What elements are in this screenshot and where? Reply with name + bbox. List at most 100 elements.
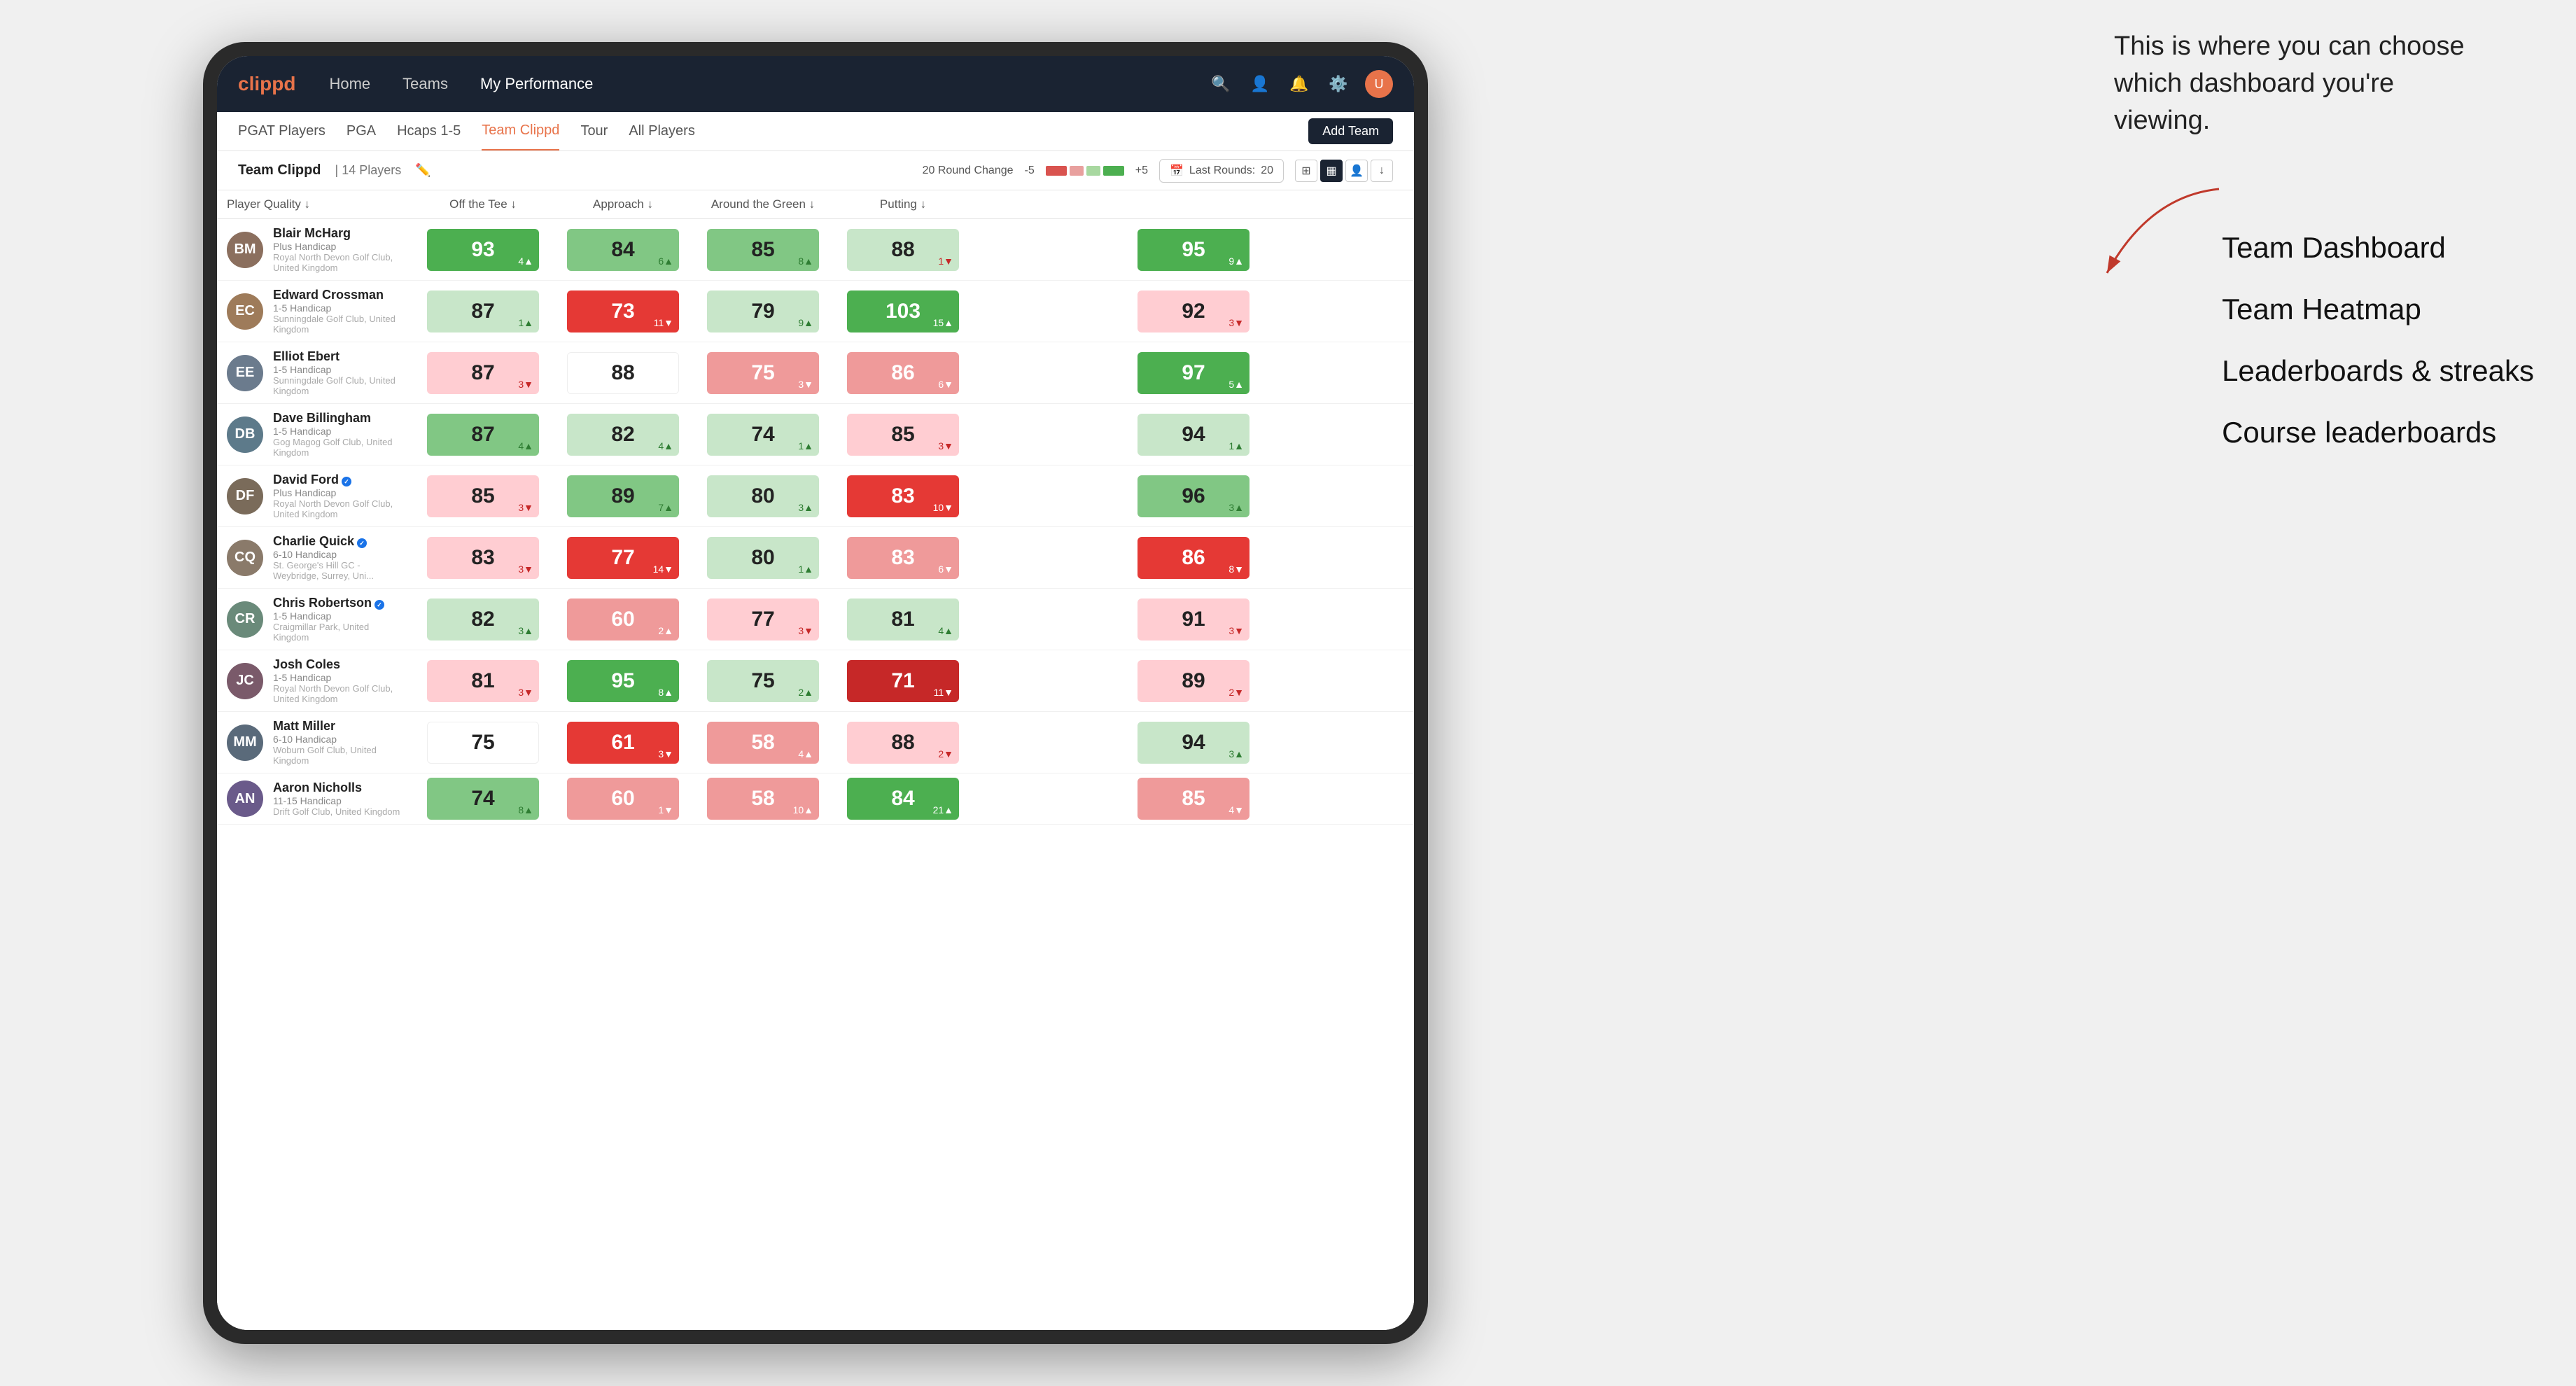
dashboard-label-1[interactable]: Team Dashboard: [2222, 231, 2534, 265]
player-name: David Ford✓: [273, 472, 403, 487]
view-table-icon[interactable]: ▦: [1320, 160, 1343, 182]
metric-cell-player-quality: 87 1▲: [413, 281, 553, 342]
metric-change: 2▼: [1228, 687, 1244, 698]
player-avatar: EC: [227, 293, 263, 330]
col-header-approach[interactable]: Approach ↓: [553, 190, 693, 219]
view-icons: ⊞ ▦ 👤 ↓: [1295, 160, 1393, 182]
player-cell[interactable]: AN Aaron Nicholls 11-15 Handicap Drift G…: [217, 774, 413, 825]
metric-value: 79: [751, 300, 774, 323]
player-cell[interactable]: BM Blair McHarg Plus Handicap Royal Nort…: [217, 219, 413, 281]
player-cell[interactable]: JC Josh Coles 1-5 Handicap Royal North D…: [217, 650, 413, 712]
metric-box: 96 3▲: [1138, 475, 1250, 517]
player-cell[interactable]: EC Edward Crossman 1-5 Handicap Sunningd…: [217, 281, 413, 342]
metric-change: 8▲: [798, 255, 813, 267]
player-cell[interactable]: CR Chris Robertson✓ 1-5 Handicap Craigmi…: [217, 589, 413, 650]
dashboard-label-3[interactable]: Leaderboards & streaks: [2222, 354, 2534, 388]
player-club: Gog Magog Golf Club, United Kingdom: [273, 437, 403, 458]
metric-cell-approach: 58 4▲: [693, 712, 833, 774]
player-cell[interactable]: MM Matt Miller 6-10 Handicap Woburn Golf…: [217, 712, 413, 774]
search-icon[interactable]: 🔍: [1208, 71, 1233, 97]
player-cell[interactable]: DF David Ford✓ Plus Handicap Royal North…: [217, 465, 413, 527]
player-info: Dave Billingham 1-5 Handicap Gog Magog G…: [273, 411, 403, 458]
metric-box: 87 4▲: [427, 414, 539, 456]
round-change-label: 20 Round Change: [923, 164, 1014, 177]
table-row: EC Edward Crossman 1-5 Handicap Sunningd…: [217, 281, 1414, 342]
metric-change: 14▼: [653, 564, 673, 575]
dashboard-label-2[interactable]: Team Heatmap: [2222, 293, 2534, 326]
user-avatar[interactable]: U: [1365, 70, 1393, 98]
metric-change: 3▼: [518, 379, 533, 390]
person-icon[interactable]: 👤: [1247, 71, 1273, 97]
verified-icon: ✓: [374, 600, 384, 610]
metric-value: 83: [891, 484, 914, 508]
col-header-around-green[interactable]: Around the Green ↓: [693, 190, 833, 219]
tab-pgat-players[interactable]: PGAT Players: [238, 112, 326, 150]
metric-cell-off-tee: 60 1▼: [553, 774, 693, 825]
player-cell[interactable]: DB Dave Billingham 1-5 Handicap Gog Mago…: [217, 404, 413, 465]
tab-all-players[interactable]: All Players: [629, 112, 694, 150]
settings-icon[interactable]: ⚙️: [1326, 71, 1351, 97]
metric-value: 85: [471, 484, 494, 508]
metric-cell-off-tee: 84 6▲: [553, 219, 693, 281]
metric-change: 4▲: [798, 748, 813, 760]
nav-link-teams[interactable]: Teams: [397, 72, 454, 96]
nav-logo: clippd: [238, 73, 295, 95]
nav-link-home[interactable]: Home: [323, 72, 376, 96]
metric-value: 88: [891, 731, 914, 755]
metric-change: 3▲: [518, 625, 533, 636]
tab-hcaps[interactable]: Hcaps 1-5: [397, 112, 461, 150]
view-grid-icon[interactable]: ⊞: [1295, 160, 1317, 182]
last-rounds-button[interactable]: 📅 Last Rounds: 20: [1159, 159, 1284, 183]
view-person-icon[interactable]: 👤: [1345, 160, 1368, 182]
metric-box: 77 3▼: [707, 598, 819, 640]
metric-change: 3▼: [798, 625, 813, 636]
col-header-player[interactable]: Player Quality ↓: [217, 190, 413, 219]
tab-pga[interactable]: PGA: [346, 112, 376, 150]
metric-cell-putting: 91 3▼: [973, 589, 1414, 650]
metric-cell-putting: 94 3▲: [973, 712, 1414, 774]
bar-green: [1103, 166, 1124, 176]
metric-value: 97: [1182, 361, 1205, 385]
dashboard-label-4[interactable]: Course leaderboards: [2222, 416, 2534, 449]
metric-value: 80: [751, 484, 774, 508]
col-header-putting[interactable]: Putting ↓: [833, 190, 973, 219]
view-download-icon[interactable]: ↓: [1371, 160, 1393, 182]
metric-value: 71: [891, 669, 914, 693]
player-cell[interactable]: CQ Charlie Quick✓ 6-10 Handicap St. Geor…: [217, 527, 413, 589]
nav-link-my-performance[interactable]: My Performance: [475, 72, 598, 96]
metric-change: 11▼: [934, 687, 953, 698]
team-header: Team Clippd | 14 Players ✏️ 20 Round Cha…: [217, 151, 1414, 190]
metric-cell-around-green: 84 21▲: [833, 774, 973, 825]
col-header-off-tee[interactable]: Off the Tee ↓: [413, 190, 553, 219]
metric-change: 3▼: [518, 564, 533, 575]
add-team-button[interactable]: Add Team: [1308, 118, 1393, 144]
metric-box: 95 9▲: [1138, 229, 1250, 271]
player-handicap: 6-10 Handicap: [273, 549, 403, 560]
edit-icon[interactable]: ✏️: [415, 163, 430, 178]
metric-change: 6▼: [938, 564, 953, 575]
metric-box: 58 10▲: [707, 778, 819, 820]
table-row: CR Chris Robertson✓ 1-5 Handicap Craigmi…: [217, 589, 1414, 650]
table-row: DB Dave Billingham 1-5 Handicap Gog Mago…: [217, 404, 1414, 465]
tab-tour[interactable]: Tour: [580, 112, 608, 150]
metric-cell-player-quality: 83 3▼: [413, 527, 553, 589]
player-name: Josh Coles: [273, 657, 403, 672]
bell-icon[interactable]: 🔔: [1287, 71, 1312, 97]
metric-change: 3▼: [1228, 317, 1244, 328]
metric-box: 74 8▲: [427, 778, 539, 820]
player-avatar: CR: [227, 601, 263, 638]
player-avatar: DB: [227, 416, 263, 453]
metric-value: 58: [751, 731, 774, 755]
table-row: DF David Ford✓ Plus Handicap Royal North…: [217, 465, 1414, 527]
metric-change: 3▼: [518, 502, 533, 513]
metric-value: 93: [471, 238, 494, 262]
metric-cell-player-quality: 75: [413, 712, 553, 774]
metric-value: 75: [471, 731, 494, 755]
metric-cell-off-tee: 73 11▼: [553, 281, 693, 342]
tab-team-clippd[interactable]: Team Clippd: [482, 112, 559, 150]
player-cell[interactable]: EE Elliot Ebert 1-5 Handicap Sunningdale…: [217, 342, 413, 404]
metric-box: 84 6▲: [567, 229, 679, 271]
metric-box: 88: [567, 352, 679, 394]
metric-value: 82: [611, 423, 634, 447]
player-club: Sunningdale Golf Club, United Kingdom: [273, 375, 403, 396]
